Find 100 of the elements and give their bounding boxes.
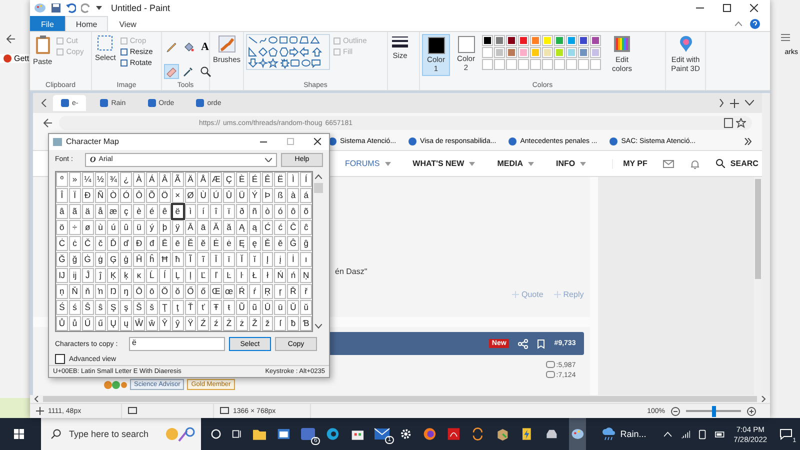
character-cell[interactable]: ¾ [107, 172, 120, 187]
character-cell[interactable]: â [56, 204, 68, 219]
nav-link[interactable]: FORUMS [345, 159, 391, 168]
character-cell[interactable]: ų [120, 316, 132, 331]
character-cell[interactable]: õ [300, 204, 312, 219]
character-cell[interactable]: Ð [82, 188, 94, 203]
character-cell[interactable]: ŀ [236, 268, 248, 283]
color-swatch[interactable] [506, 35, 517, 46]
character-cell[interactable]: Æ [210, 172, 222, 187]
fill-bucket-icon[interactable] [182, 42, 194, 54]
characters-field[interactable]: ë [129, 337, 225, 351]
chevron-down-icon[interactable] [745, 100, 754, 106]
character-cell[interactable]: ć [274, 220, 286, 235]
envelope-icon[interactable] [374, 428, 390, 440]
color-swatch[interactable] [590, 47, 601, 58]
window-icon[interactable] [276, 427, 290, 441]
character-cell[interactable]: Ġ [82, 252, 94, 267]
color-swatch[interactable] [506, 47, 517, 58]
character-cell[interactable]: ½ [94, 172, 106, 187]
character-cell[interactable]: Â [158, 172, 171, 187]
more-bookmarks-icon[interactable] [744, 138, 752, 145]
save-icon[interactable] [51, 3, 61, 13]
character-cell[interactable]: đ [146, 236, 158, 251]
character-cell[interactable]: Å [197, 172, 210, 187]
scroll-left-icon[interactable] [34, 396, 39, 402]
character-cell[interactable]: Ï [68, 188, 81, 203]
close-icon[interactable] [750, 4, 758, 12]
windows-logo-icon[interactable] [14, 428, 24, 440]
character-cell[interactable]: Ü [236, 188, 248, 203]
scroll-up-icon[interactable] [314, 174, 322, 179]
color-swatch[interactable] [518, 47, 529, 58]
character-cell[interactable]: ú [107, 220, 120, 235]
character-cell[interactable]: ā [197, 220, 210, 235]
circle-icon[interactable] [210, 428, 221, 440]
character-cell[interactable]: Ÿ [184, 316, 196, 331]
character-cell[interactable]: ş [120, 300, 132, 315]
character-cell[interactable]: ĕ [197, 236, 210, 251]
character-cell[interactable]: Á [146, 172, 158, 187]
character-cell[interactable]: Ó [120, 188, 132, 203]
character-cell[interactable]: Ĥ [133, 252, 145, 267]
scrollbar-thumb[interactable] [43, 396, 757, 402]
character-cell[interactable]: ù [94, 220, 106, 235]
color-swatch[interactable] [542, 35, 553, 46]
character-cell[interactable]: ŭ [300, 300, 312, 315]
character-cell[interactable]: Œ [210, 284, 222, 299]
character-cell[interactable]: Ŏ [158, 284, 171, 299]
folder-icon[interactable] [252, 427, 266, 441]
character-cell[interactable]: Ľ [197, 268, 210, 283]
character-cell[interactable]: ŕ [248, 284, 261, 299]
star-icon[interactable] [736, 118, 746, 128]
character-cell[interactable]: Ĺ [146, 268, 158, 283]
character-cell[interactable]: į [274, 252, 286, 267]
character-cell[interactable]: ŗ [274, 284, 286, 299]
character-cell[interactable]: ſ [274, 316, 286, 331]
phone-icon[interactable] [698, 428, 706, 440]
character-cell[interactable]: ƀ [287, 316, 300, 331]
character-cell[interactable]: ă [223, 220, 235, 235]
character-cell[interactable]: î [210, 204, 222, 219]
zoom-thumb[interactable] [712, 406, 716, 416]
character-cell[interactable]: œ [223, 284, 235, 299]
character-cell[interactable]: ¿ [120, 172, 132, 187]
character-cell[interactable]: ū [274, 300, 286, 315]
character-cell[interactable]: Ô [133, 188, 145, 203]
character-cell[interactable]: ö [56, 220, 68, 235]
character-cell[interactable]: é [146, 204, 158, 219]
color-swatch[interactable] [482, 47, 493, 58]
character-cell[interactable]: ē [172, 236, 184, 251]
character-cell[interactable]: æ [107, 204, 120, 219]
character-cell[interactable]: ņ [56, 284, 68, 299]
character-cell[interactable]: Ň [68, 284, 81, 299]
character-cell[interactable]: ř [300, 284, 312, 299]
lightning-file-icon[interactable] [520, 426, 534, 442]
character-cell[interactable]: ċ [68, 236, 81, 251]
character-cell[interactable]: Ğ [56, 252, 68, 267]
character-cell[interactable]: Ø [184, 188, 196, 203]
character-cell[interactable]: Ē [158, 236, 171, 251]
character-cell[interactable]: À [133, 172, 145, 187]
character-cell[interactable]: È [236, 172, 248, 187]
character-cell[interactable]: ĺ [158, 268, 171, 283]
character-cell[interactable]: ģ [120, 252, 132, 267]
character-cell[interactable]: ĥ [146, 252, 158, 267]
character-cell[interactable]: ÿ [172, 220, 184, 235]
color-swatch[interactable] [554, 35, 565, 46]
character-cell[interactable]: à [287, 188, 300, 203]
color-swatch[interactable] [554, 47, 565, 58]
character-cell[interactable]: Ĉ [287, 220, 300, 235]
vertical-scrollbar[interactable] [762, 93, 770, 395]
character-cell[interactable]: Ő [184, 284, 196, 299]
character-cell[interactable]: ŧ [223, 300, 235, 315]
character-cell[interactable]: ő [197, 284, 210, 299]
character-cell[interactable]: ħ [172, 252, 184, 267]
collapse-caret-icon[interactable] [735, 21, 742, 26]
character-cell[interactable]: Ī [210, 252, 222, 267]
character-cell[interactable]: Ĝ [287, 236, 300, 251]
character-cell[interactable]: Ā [184, 220, 196, 235]
character-cell[interactable]: İ [287, 252, 300, 267]
character-cell[interactable]: Ĵ [82, 268, 94, 283]
character-cell[interactable]: ň [82, 284, 94, 299]
character-cell[interactable]: ê [158, 204, 171, 219]
close-icon[interactable] [314, 138, 321, 146]
